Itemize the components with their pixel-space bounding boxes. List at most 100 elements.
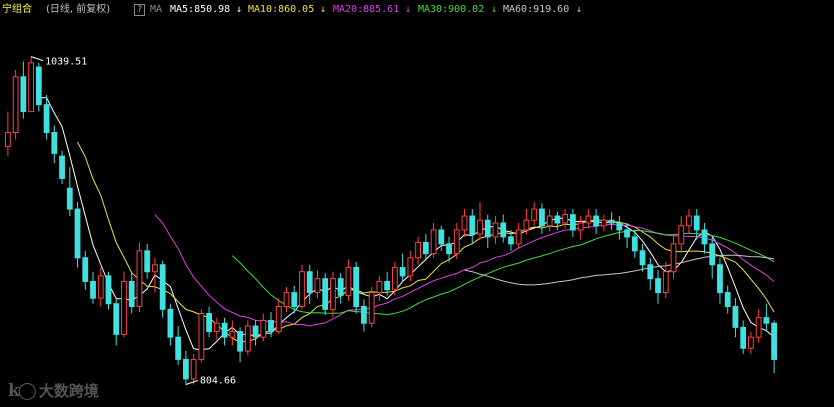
candle [453, 222, 460, 260]
help-button[interactable]: ? [134, 4, 146, 16]
candle-body [66, 187, 73, 210]
candle [662, 261, 669, 299]
watermark-text: 大数跨境 [38, 382, 99, 400]
candle-body [686, 215, 692, 227]
candle-body [283, 292, 290, 308]
candle-body [244, 325, 251, 352]
candle-body [221, 322, 228, 338]
ma20-arrow-icon: ↓ [405, 4, 412, 15]
candle [407, 250, 414, 282]
ma30-value: MA30:900.02 [418, 4, 485, 15]
candle [361, 299, 367, 332]
candle-body [608, 219, 615, 224]
chart-period: (日线, 前复权) [46, 4, 111, 15]
candle [314, 270, 321, 299]
watermark-logo-icon: k◯ [8, 381, 37, 401]
candle-body [97, 275, 104, 299]
candle-body [314, 278, 321, 294]
ma-label: MA [150, 4, 163, 15]
high-marker-line [30, 56, 44, 62]
candle [724, 285, 731, 314]
candle-body [353, 267, 360, 308]
candle [655, 270, 661, 304]
candle [771, 320, 778, 374]
candle-body [213, 322, 220, 333]
ma30-arrow-icon: ↓ [491, 4, 498, 15]
candle-body [407, 257, 414, 277]
candle [213, 317, 220, 340]
candle-body [670, 243, 677, 273]
candle-body [531, 208, 538, 221]
candle [159, 260, 166, 318]
candle-body [159, 264, 166, 310]
candle [686, 209, 692, 235]
candle-body [105, 275, 112, 305]
candle-body [229, 331, 236, 338]
candle [306, 264, 313, 304]
ma5-line [38, 97, 775, 351]
candle-body [306, 271, 313, 294]
candle [717, 257, 723, 304]
candle [748, 331, 754, 354]
candle [430, 222, 437, 258]
candle [260, 313, 267, 342]
candle-body [515, 229, 522, 245]
candle [4, 111, 11, 157]
candle-body [523, 219, 530, 231]
candle [639, 243, 646, 272]
candle-body [732, 306, 739, 328]
candle [422, 234, 429, 260]
candle [252, 320, 259, 346]
candle [322, 273, 329, 315]
ma60-value: MA60:919.60 [503, 4, 570, 15]
candle-body [376, 280, 383, 294]
candle [670, 234, 677, 279]
candle-body [508, 236, 514, 245]
candle [577, 216, 584, 240]
candle-body [616, 222, 623, 231]
candle [121, 271, 127, 338]
candle-body [446, 243, 452, 255]
candle [554, 211, 561, 230]
candle-body [500, 222, 507, 238]
chart-title: 宁组合 [2, 4, 32, 15]
candle [546, 209, 553, 232]
candle [113, 298, 120, 346]
candle-body [368, 292, 375, 324]
candle [709, 236, 716, 279]
chart-header: 宁组合 (日线, 前复权) ? MA MA5:850.98 ↓ MA10:860… [0, 0, 834, 20]
candle-body [337, 278, 344, 296]
candle [97, 267, 104, 307]
candle-body [113, 303, 120, 335]
candle [608, 211, 615, 230]
candle-body [469, 215, 476, 235]
candle [105, 271, 112, 310]
candle-body [136, 250, 143, 308]
candle-body [330, 278, 336, 310]
candle-body [384, 280, 391, 291]
candle-body [190, 358, 197, 380]
candle [190, 353, 197, 385]
candle [515, 222, 522, 249]
candle-body [453, 229, 460, 255]
candle [198, 309, 205, 363]
candle [484, 214, 491, 249]
ma5-arrow-icon: ↓ [236, 4, 243, 15]
candle-body [322, 278, 329, 310]
candle-body [43, 104, 50, 133]
candle-body [299, 271, 305, 308]
candle-body [600, 219, 607, 227]
candle-body [90, 280, 96, 299]
ma5-value: MA5:850.98 [170, 4, 231, 15]
candle [562, 209, 569, 229]
candle [500, 214, 507, 243]
candle [229, 320, 236, 346]
candle-body [182, 358, 189, 380]
candle-body [624, 229, 630, 238]
candle-body [569, 214, 576, 231]
candle-body [639, 250, 646, 266]
candles [4, 56, 778, 385]
candle-body [175, 336, 182, 360]
candle-body [438, 229, 445, 245]
candle-body [252, 325, 259, 338]
